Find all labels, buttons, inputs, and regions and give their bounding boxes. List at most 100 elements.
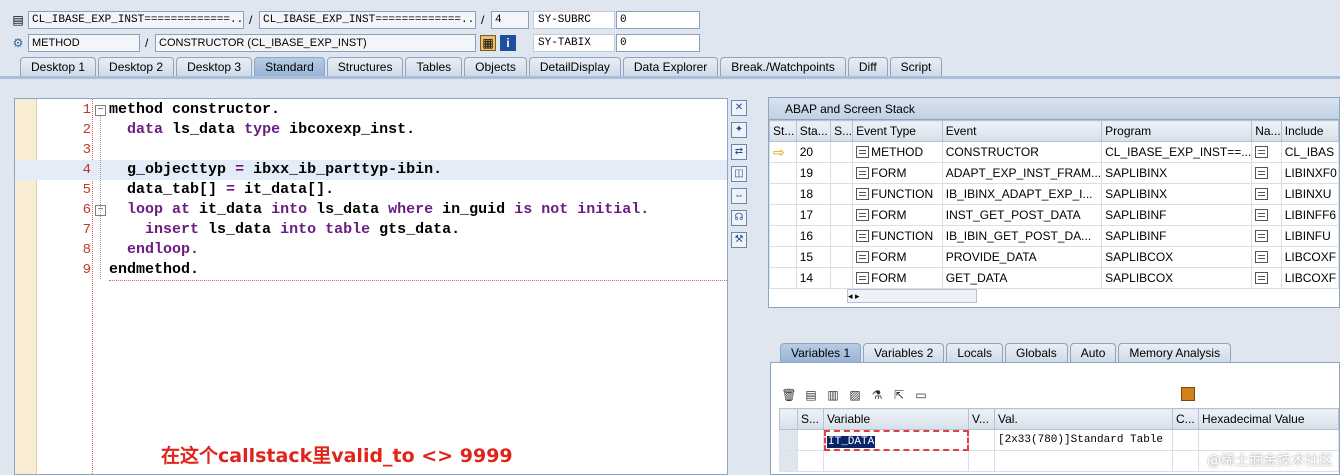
tab-desktop-3[interactable]: Desktop 3 <box>176 57 253 76</box>
column-header-s[interactable]: S... <box>797 408 824 430</box>
replace-tool-icon[interactable]: ⇄ <box>731 144 747 160</box>
tab-desktop-2[interactable]: Desktop 2 <box>98 57 175 76</box>
tab-structures[interactable]: Structures <box>326 57 404 76</box>
folder-icon[interactable]: ▭ <box>913 387 929 403</box>
display-source-icon[interactable]: ▦ <box>480 35 496 51</box>
call-stack-row[interactable]: 19 FORM ADAPT_EXP_INST_FRAM... SAPLIBINX LIB… <box>769 162 1340 184</box>
tab-tables[interactable]: Tables <box>405 57 463 76</box>
settings-tool-icon[interactable]: ⚒ <box>731 232 747 248</box>
fold-toggle-icon[interactable]: − <box>95 105 106 116</box>
navigate-icon[interactable] <box>1251 162 1282 184</box>
column-header-include[interactable]: Include <box>1280 120 1340 142</box>
sysvar-value-subrc[interactable]: 0 <box>616 11 700 29</box>
tab-variables-2[interactable]: Variables 2 <box>863 343 945 362</box>
tab-locals[interactable]: Locals <box>946 343 1003 362</box>
program-name: SAPLIBINX <box>1101 183 1253 205</box>
code-line[interactable]: 5 data_tab[] = it_data[]. <box>15 180 727 200</box>
navigate-icon[interactable] <box>1255 188 1269 200</box>
column-header-stack-level[interactable]: Sta... <box>795 120 832 142</box>
column-header-variable[interactable]: Variable <box>823 408 969 430</box>
program-name: SAPLIBINX <box>1101 162 1253 184</box>
close-tool-icon[interactable]: ✕ <box>731 100 747 116</box>
call-stack-row[interactable]: ⇨ 20 METHOD CONSTRUCTOR CL_IBASE_EXP_INST==.… <box>769 141 1340 163</box>
variable-name[interactable]: IT_DATA <box>827 435 876 448</box>
column-header-navigate[interactable]: Na... <box>1251 120 1282 142</box>
tab-variables-1[interactable]: Variables 1 <box>780 343 862 362</box>
tab-memory-analysis[interactable]: Memory Analysis <box>1118 343 1232 362</box>
delete-icon[interactable]: 🗑 <box>781 387 797 403</box>
navigate-icon[interactable] <box>1251 246 1282 268</box>
save-icon[interactable] <box>1181 387 1195 401</box>
swap-tools-icon[interactable]: ⇔ <box>731 188 747 204</box>
horizontal-scrollbar[interactable]: ◂ ▸ <box>847 289 977 303</box>
navigate-icon[interactable] <box>1255 230 1269 242</box>
navigate-icon[interactable] <box>1255 251 1269 263</box>
row-selector[interactable] <box>779 450 798 472</box>
tab-standard[interactable]: Standard <box>254 57 325 76</box>
program-main-field[interactable]: CL_IBASE_EXP_INST=============... <box>28 11 244 29</box>
structure-icon[interactable]: ⚗ <box>869 387 885 403</box>
navigate-icon[interactable] <box>1251 183 1282 205</box>
tab-auto[interactable]: Auto <box>1069 343 1117 362</box>
maximize-icon[interactable]: ◫ <box>731 166 747 182</box>
line-number-field[interactable]: 4 <box>491 11 529 29</box>
event-type: FORM <box>852 204 943 226</box>
navigate-icon[interactable] <box>1251 204 1282 226</box>
services-icon[interactable]: ☊ <box>731 210 747 226</box>
row-selector[interactable] <box>779 429 798 451</box>
tab-objects[interactable]: Objects <box>464 57 527 76</box>
navigate-icon[interactable] <box>1255 209 1269 221</box>
call-stack-row[interactable]: 18 FUNCTION IB_IBINX_ADAPT_EXP_I... SAPLIBI… <box>769 183 1340 205</box>
column-header-event-type[interactable]: Event Type <box>852 120 943 142</box>
code-line[interactable]: 2 data ls_data type ibcoxexp_inst. <box>15 120 727 140</box>
call-stack-row[interactable]: 16 FUNCTION IB_IBIN_GET_POST_DA... SAPLIBIN… <box>769 225 1340 247</box>
column-header-program[interactable]: Program <box>1101 120 1253 142</box>
navigate-icon[interactable] <box>1251 225 1282 247</box>
code-line[interactable]: 8 endloop. <box>15 240 727 260</box>
code-line[interactable]: 7 insert ls_data into table gts_data. <box>15 220 727 240</box>
program-include-field[interactable]: CL_IBASE_EXP_INST=============... <box>259 11 476 29</box>
tab-data-explorer[interactable]: Data Explorer <box>622 57 719 76</box>
source-code-editor[interactable]: 1− method constructor. 2 data ls_data type… <box>14 98 728 475</box>
event-field[interactable]: CONSTRUCTOR (CL_IBASE_EXP_INST) <box>155 34 476 52</box>
tab-detail-display[interactable]: DetailDisplay <box>528 57 621 76</box>
call-stack-row[interactable]: 15 FORM PROVIDE_DATA SAPLIBCOX LIBCOXF <box>769 246 1340 268</box>
save-variants-icon[interactable]: ▨ <box>847 387 863 403</box>
tab-globals[interactable]: Globals <box>1005 343 1068 362</box>
import-icon[interactable]: ▤ <box>803 387 819 403</box>
row-selector-header[interactable] <box>779 408 798 430</box>
variable-value[interactable]: [2x33(780)]Standard Table <box>994 429 1173 451</box>
column-header-value[interactable]: Val. <box>994 408 1173 430</box>
navigate-icon[interactable] <box>1255 167 1269 179</box>
column-header-status[interactable]: St... <box>769 120 797 142</box>
code-line[interactable]: 4 g_objecttyp = ibxx_ib_parttyp-ibin. <box>15 160 727 180</box>
tab-breakpoints-watchpoints[interactable]: Break./Watchpoints <box>720 57 846 76</box>
column-header-event[interactable]: Event <box>941 120 1103 142</box>
variable-row[interactable]: IT_DATA [2x33(780)]Standard Table <box>779 429 1339 451</box>
tab-diff[interactable]: Diff <box>847 57 888 76</box>
export-icon[interactable]: ▥ <box>825 387 841 403</box>
call-stack-row[interactable]: 17 FORM INST_GET_POST_DATA SAPLIBINF LIBINFF… <box>769 204 1340 226</box>
navigate-icon[interactable] <box>1251 267 1282 289</box>
variable-name-input[interactable] <box>823 450 969 472</box>
column-header-v[interactable]: V... <box>968 408 995 430</box>
navigate-icon[interactable] <box>1255 146 1269 158</box>
info-icon[interactable]: i <box>500 35 516 51</box>
code-line[interactable]: 3 <box>15 140 727 160</box>
column-header-c[interactable]: C... <box>1172 408 1199 430</box>
tab-script[interactable]: Script <box>889 57 943 76</box>
call-stack-row[interactable]: 14 FORM GET_DATA SAPLIBCOX LIBCOXF <box>769 267 1340 289</box>
column-header-hex-value[interactable]: Hexadecimal Value <box>1198 408 1339 430</box>
sysvar-value-tabix[interactable]: 0 <box>616 34 700 52</box>
event-type-field[interactable]: METHOD <box>28 34 140 52</box>
tab-desktop-1[interactable]: Desktop 1 <box>20 57 97 76</box>
code-line[interactable]: 6− loop at it_data into ls_data where in… <box>15 200 727 220</box>
code-line[interactable]: 9 endmethod. <box>15 260 727 280</box>
variable-name-input[interactable]: IT_DATA <box>823 429 969 451</box>
code-line[interactable]: 1− method constructor. <box>15 100 727 120</box>
column-header-s[interactable]: S... <box>830 120 854 142</box>
navigate-icon[interactable] <box>1255 272 1269 284</box>
new-tool-icon[interactable]: ✦ <box>731 122 747 138</box>
move-icon[interactable]: ⇱ <box>891 387 907 403</box>
navigate-icon[interactable] <box>1251 141 1282 163</box>
